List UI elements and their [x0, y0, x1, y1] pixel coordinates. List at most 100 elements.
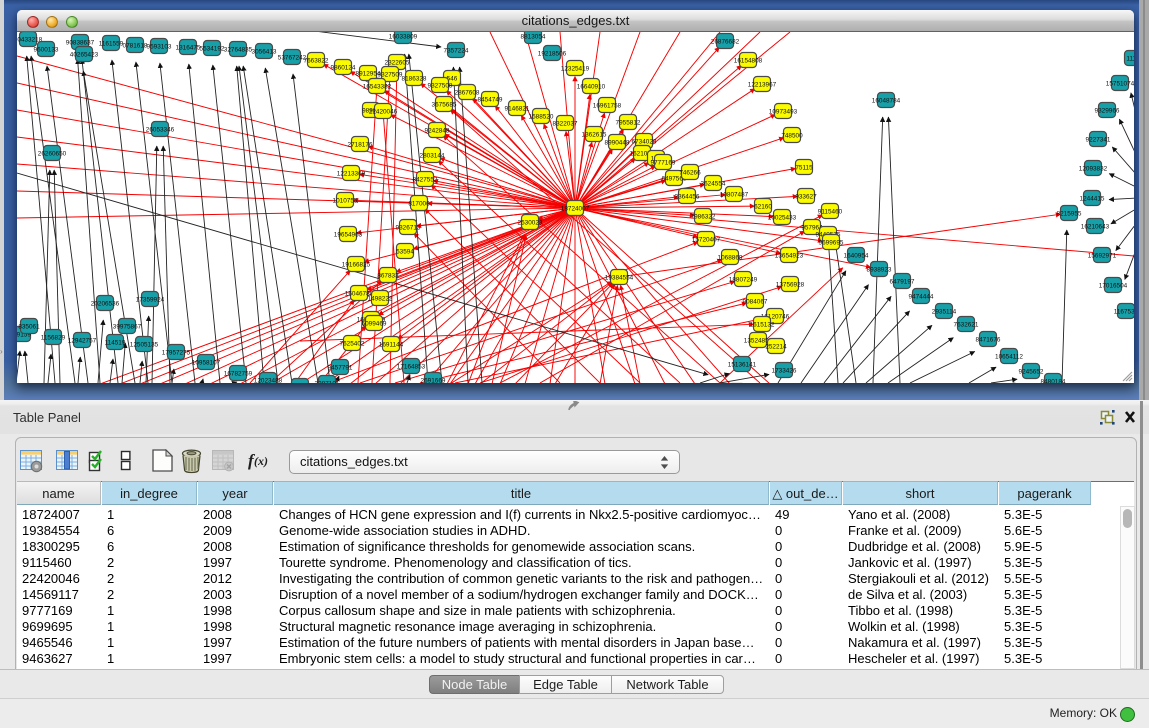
svg-text:8322037: 8322037 [553, 120, 578, 127]
svg-text:9227341: 9227341 [1086, 136, 1111, 143]
svg-text:12325419: 12325419 [561, 65, 590, 72]
svg-text:22420046: 22420046 [369, 108, 398, 115]
svg-text:12942757: 12942757 [68, 337, 97, 344]
svg-text:1733426: 1733426 [772, 367, 797, 374]
svg-text:1615132: 1615132 [750, 321, 775, 328]
svg-text:7955812: 7955812 [616, 119, 641, 126]
svg-text:2867608: 2867608 [455, 89, 480, 96]
svg-text:9860124: 9860124 [331, 64, 356, 71]
svg-text:8938923: 8938923 [867, 266, 892, 273]
svg-text:15136141: 15136141 [728, 361, 757, 368]
svg-text:748500: 748500 [781, 132, 803, 139]
svg-text:9777169: 9777169 [651, 159, 676, 166]
svg-text:18724007: 18724007 [561, 205, 590, 212]
svg-text:12213967: 12213967 [748, 81, 777, 88]
svg-text:1691144: 1691144 [379, 341, 404, 348]
svg-text:2691669: 2691669 [421, 377, 446, 383]
svg-text:9699695: 9699695 [819, 239, 844, 246]
svg-text:933627: 933627 [795, 193, 817, 200]
svg-text:8471676: 8471676 [976, 336, 1001, 343]
svg-text:20206536: 20206536 [91, 300, 120, 307]
svg-text:9327508: 9327508 [428, 82, 453, 89]
svg-text:2718176: 2718176 [348, 141, 373, 148]
svg-text:5534192: 5534192 [200, 45, 225, 52]
svg-text:2364456: 2364456 [675, 193, 700, 200]
svg-text:8186328: 8186328 [402, 75, 427, 82]
svg-text:252214: 252214 [765, 343, 787, 350]
svg-text:114519: 114519 [105, 339, 126, 346]
svg-text:6099469: 6099469 [362, 320, 387, 327]
svg-text:12505135: 12505135 [130, 341, 159, 348]
svg-text:7632621: 7632621 [954, 321, 979, 328]
svg-text:7986322: 7986322 [691, 213, 716, 220]
svg-text:835061: 835061 [18, 323, 40, 330]
svg-text:19218506: 19218506 [538, 50, 567, 57]
svg-text:53594: 53594 [396, 248, 414, 255]
svg-text:7357224: 7357224 [444, 47, 469, 54]
svg-text:9593103: 9593103 [147, 43, 172, 50]
svg-text:1010755: 1010755 [333, 197, 358, 204]
svg-text:0781618: 0781618 [123, 42, 148, 49]
svg-text:10958107: 10958107 [192, 359, 221, 366]
svg-text:75115: 75115 [795, 164, 813, 171]
svg-text:6734028: 6734028 [632, 138, 657, 145]
svg-text:10025433: 10025433 [768, 214, 797, 221]
svg-text:9115460: 9115460 [818, 208, 843, 215]
svg-text:1588520: 1588520 [529, 113, 554, 120]
svg-text:9457791: 9457791 [328, 364, 353, 371]
svg-text:8427552: 8427552 [413, 176, 438, 183]
svg-text:9084067: 9084067 [743, 298, 768, 305]
svg-text:16154808: 16154808 [734, 57, 763, 64]
svg-text:17016504: 17016504 [1099, 282, 1128, 289]
svg-text:9326713: 9326713 [396, 224, 421, 231]
svg-text:26876682: 26876682 [711, 38, 740, 45]
svg-text:16640910: 16640910 [577, 83, 606, 90]
svg-text:16048784: 16048784 [872, 97, 901, 104]
svg-text:17957275: 17957275 [162, 349, 191, 356]
svg-text:746266: 746266 [679, 169, 701, 176]
svg-text:53767242: 53767242 [278, 54, 307, 61]
svg-text:17359924: 17359924 [136, 296, 165, 303]
svg-text:1161559: 1161559 [99, 40, 124, 47]
svg-text:18807249: 18807249 [729, 276, 758, 283]
svg-text:26260650: 26260650 [38, 150, 67, 157]
svg-text:10654112: 10654112 [995, 353, 1023, 360]
svg-text:16033809: 16033809 [389, 33, 418, 40]
svg-text:1640954: 1640954 [844, 252, 869, 259]
svg-text:13756928: 13756928 [776, 281, 805, 288]
svg-text:90838637: 90838637 [66, 39, 95, 46]
svg-text:12213369: 12213369 [337, 170, 366, 177]
svg-text:9146821: 9146821 [505, 105, 530, 112]
svg-text:16210643: 16210643 [1081, 223, 1110, 230]
svg-text:1362615: 1362615 [582, 131, 607, 138]
svg-text:3624554: 3624554 [701, 180, 726, 187]
svg-text:9474444: 9474444 [909, 293, 934, 300]
svg-text:2322605: 2322605 [385, 59, 410, 66]
svg-text:9329966: 9329966 [1095, 107, 1120, 114]
svg-text:9245652: 9245652 [1019, 368, 1044, 375]
svg-text:817006: 817006 [408, 200, 430, 207]
svg-text:10973493: 10973493 [769, 108, 798, 115]
svg-text:17164853: 17164853 [397, 363, 426, 370]
svg-text:867833: 867833 [377, 272, 399, 279]
svg-text:26053346: 26053346 [146, 126, 175, 133]
svg-text:2803144: 2803144 [420, 152, 445, 159]
svg-text:16961758: 16961758 [593, 102, 622, 109]
svg-text:9242848: 9242848 [425, 127, 450, 134]
svg-text:19166825: 19166825 [342, 261, 371, 268]
svg-text:1156829: 1156829 [41, 334, 66, 341]
svg-text:9600133: 9600133 [34, 46, 59, 53]
svg-text:32764835: 32764835 [224, 46, 253, 53]
svg-text:15751074: 15751074 [1106, 80, 1134, 87]
svg-text:12093832: 12093832 [1079, 165, 1108, 172]
svg-text:40265423: 40265423 [70, 51, 99, 58]
svg-text:62160: 62160 [754, 203, 772, 210]
svg-text:8480184: 8480184 [1041, 378, 1066, 383]
svg-text:8990448: 8990448 [605, 139, 630, 146]
svg-text:1167533: 1167533 [1114, 308, 1134, 315]
svg-text:1112: 1112 [1126, 55, 1134, 62]
svg-text:19384554: 19384554 [605, 274, 634, 281]
svg-text:2530023: 2530023 [518, 219, 543, 226]
svg-text:3675685: 3675685 [432, 101, 457, 108]
svg-text:7625402: 7625402 [340, 340, 365, 347]
